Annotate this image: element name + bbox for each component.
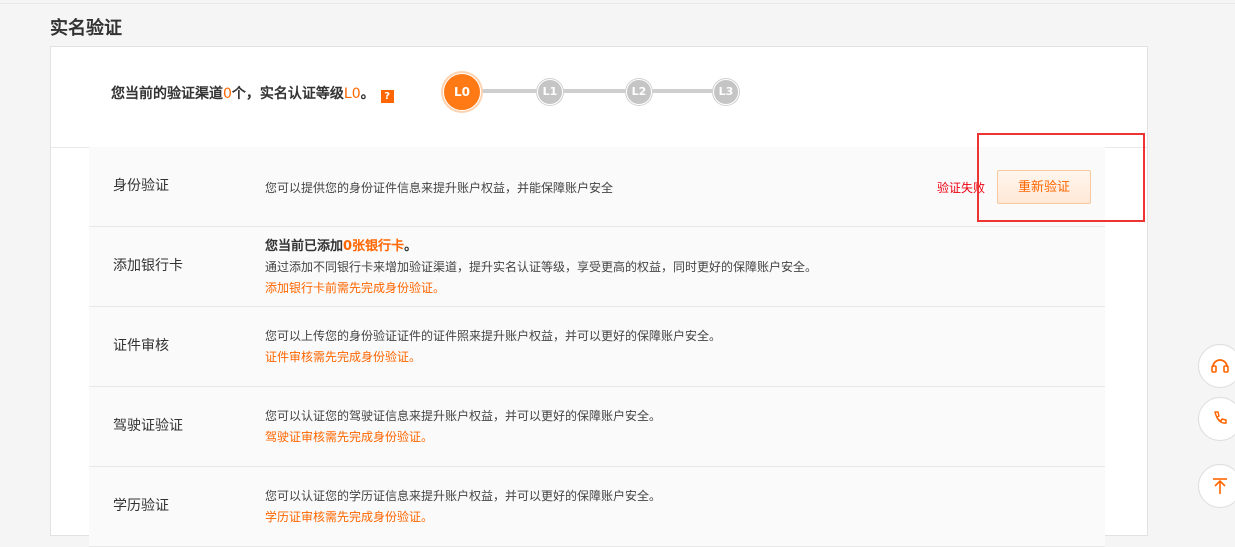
row-identity: 身份验证 您可以提供您的身份证件信息来提升账户权益，并能保障账户安全 验证失败 … (89, 147, 1105, 227)
bank-card-count: 0张银行卡 (343, 239, 405, 254)
level-value: L0 (343, 86, 361, 102)
phone-glyph-icon (1214, 411, 1227, 424)
row-desc-block: 您可以上传您的身份验证证件的证件照来提升账户权益，并可以更好的保障账户安全。 证… (265, 327, 721, 365)
level-step-l1: L1 (537, 79, 563, 105)
row-driver-license: 驾驶证验证 您可以认证您的驾驶证信息来提升账户权益，并可以更好的保障账户安全。 … (89, 387, 1105, 467)
row-desc-block: 您可以认证您的学历证信息来提升账户权益，并可以更好的保障账户安全。 学历证审核需… (265, 487, 661, 525)
headline-suffix: 。 (404, 239, 418, 254)
level-track (461, 89, 723, 93)
level-prefix: 您当前的验证渠道 (111, 86, 223, 102)
arrow-up-icon (1213, 478, 1227, 494)
headset-icon (1211, 359, 1229, 373)
annotation-highlight-box (977, 133, 1145, 222)
bank-card-headline: 您当前已添加0张银行卡。 (265, 235, 817, 254)
row-desc: 您可以提供您的身份证件信息来提升账户权益，并能保障账户安全 (265, 181, 614, 195)
level-text: 您当前的验证渠道0个，实名认证等级L0。? (111, 83, 394, 103)
row-document-review: 证件审核 您可以上传您的身份验证证件的证件照来提升账户权益，并可以更好的保障账户… (89, 307, 1105, 387)
row-bank-card: 添加银行卡 您当前已添加0张银行卡。 通过添加不同银行卡来增加验证渠道，提升实名… (89, 227, 1105, 307)
level-step-l0: L0 (443, 73, 481, 111)
level-middle: 个，实名认证等级 (231, 86, 344, 102)
row-education: 学历验证 您可以认证您的学历证信息来提升账户权益，并可以更好的保障账户安全。 学… (89, 467, 1105, 547)
row-name: 驾驶证验证 (113, 418, 183, 434)
row-name: 身份验证 (113, 178, 169, 194)
headline-prefix: 您当前已添加 (265, 239, 344, 254)
verification-list: 身份验证 您可以提供您的身份证件信息来提升账户权益，并能保障账户安全 验证失败 … (89, 147, 1105, 547)
level-suffix: 。 (360, 86, 375, 102)
row-desc-block: 您可以认证您的驾驶证信息来提升账户权益，并可以更好的保障账户安全。 驾驶证审核需… (265, 407, 661, 445)
customer-service-icon[interactable] (1198, 344, 1235, 388)
row-name: 学历验证 (113, 498, 169, 514)
top-divider (0, 3, 1235, 4)
row-desc: 您可以认证您的学历证信息来提升账户权益，并可以更好的保障账户安全。 (265, 489, 662, 503)
channel-count: 0 (223, 86, 232, 102)
row-note: 学历证审核需先完成身份验证。 (265, 510, 434, 524)
row-name: 添加银行卡 (113, 258, 183, 274)
row-desc: 通过添加不同银行卡来增加验证渠道，提升实名认证等级，享受更高的权益，同时更好的保… (265, 260, 818, 274)
row-desc-block: 您当前已添加0张银行卡。 通过添加不同银行卡来增加验证渠道，提升实名认证等级，享… (265, 235, 817, 296)
row-note: 添加银行卡前需先完成身份验证。 (265, 281, 446, 295)
page-title: 实名验证 (50, 18, 122, 39)
back-to-top-icon[interactable] (1198, 464, 1235, 508)
row-note: 驾驶证审核需先完成身份验证。 (265, 430, 434, 444)
row-name: 证件审核 (113, 338, 169, 354)
row-note: 证件审核需先完成身份验证。 (265, 350, 422, 364)
level-step-l3: L3 (713, 79, 739, 105)
row-desc: 您可以认证您的驾驶证信息来提升账户权益，并可以更好的保障账户安全。 (265, 409, 662, 423)
verification-card: 您当前的验证渠道0个，实名认证等级L0。? L0 L1 L2 L3 身份验证 您… (50, 46, 1148, 547)
level-steps: L0 L1 L2 L3 (441, 71, 741, 111)
phone-icon[interactable] (1198, 397, 1235, 441)
level-step-l2: L2 (626, 79, 652, 105)
row-desc: 您可以上传您的身份验证证件的证件照来提升账户权益，并可以更好的保障账户安全。 (265, 329, 722, 343)
question-icon[interactable]: ? (380, 90, 394, 103)
